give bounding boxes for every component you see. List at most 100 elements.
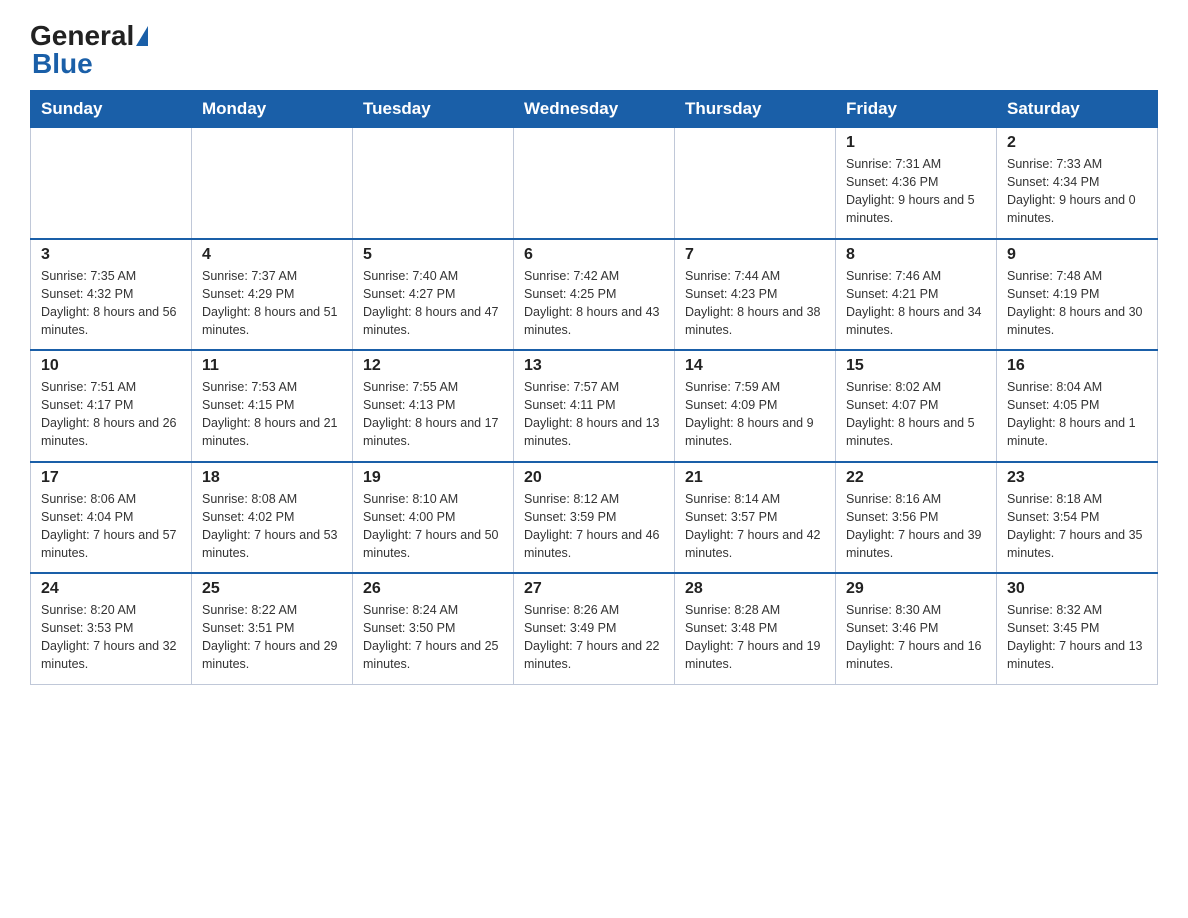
day-number: 24	[41, 580, 181, 598]
calendar-cell	[31, 128, 192, 239]
calendar-cell: 6Sunrise: 7:42 AMSunset: 4:25 PMDaylight…	[514, 239, 675, 351]
calendar-cell: 24Sunrise: 8:20 AMSunset: 3:53 PMDayligh…	[31, 573, 192, 684]
day-number: 23	[1007, 469, 1147, 487]
calendar-week-row: 10 Sunrise: 7:51 AMSunset: 4:17 PMDayligh…	[31, 350, 1158, 462]
calendar-cell	[514, 128, 675, 239]
day-info: Sunrise: 7:44 AMSunset: 4:23 PMDaylight:…	[685, 267, 825, 340]
day-info: Sunrise: 7:35 AMSunset: 4:32 PMDaylight:…	[41, 267, 181, 340]
day-info: Sunrise: 8:10 AMSunset: 4:00 PMDaylight:…	[363, 490, 503, 563]
page-header: General Blue	[30, 20, 1158, 80]
weekday-header-sunday: Sunday	[31, 91, 192, 128]
calendar-cell: 8 Sunrise: 7:46 AMSunset: 4:21 PMDaylight…	[836, 239, 997, 351]
calendar-week-row: 17 Sunrise: 8:06 AMSunset: 4:04 PMDayligh…	[31, 462, 1158, 574]
calendar-cell: 4 Sunrise: 7:37 AMSunset: 4:29 PMDaylight…	[192, 239, 353, 351]
day-number: 1	[846, 134, 986, 152]
calendar-cell: 13 Sunrise: 7:57 AMSunset: 4:11 PMDayligh…	[514, 350, 675, 462]
calendar-cell: 2 Sunrise: 7:33 AMSunset: 4:34 PMDaylight…	[997, 128, 1158, 239]
calendar-cell: 14 Sunrise: 7:59 AMSunset: 4:09 PMDayligh…	[675, 350, 836, 462]
calendar-cell: 22 Sunrise: 8:16 AMSunset: 3:56 PMDayligh…	[836, 462, 997, 574]
day-number: 28	[685, 580, 825, 598]
calendar-cell: 23 Sunrise: 8:18 AMSunset: 3:54 PMDayligh…	[997, 462, 1158, 574]
day-info: Sunrise: 8:02 AMSunset: 4:07 PMDaylight:…	[846, 378, 986, 451]
calendar-cell: 26 Sunrise: 8:24 AMSunset: 3:50 PMDayligh…	[353, 573, 514, 684]
day-number: 4	[202, 246, 342, 264]
calendar-cell: 11 Sunrise: 7:53 AMSunset: 4:15 PMDayligh…	[192, 350, 353, 462]
calendar-cell: 25 Sunrise: 8:22 AMSunset: 3:51 PMDayligh…	[192, 573, 353, 684]
day-info: Sunrise: 8:22 AMSunset: 3:51 PMDaylight:…	[202, 601, 342, 674]
weekday-header-saturday: Saturday	[997, 91, 1158, 128]
day-info: Sunrise: 7:53 AMSunset: 4:15 PMDaylight:…	[202, 378, 342, 451]
day-number: 15	[846, 357, 986, 375]
day-number: 11	[202, 357, 342, 375]
day-info: Sunrise: 8:32 AMSunset: 3:45 PMDaylight:…	[1007, 601, 1147, 674]
calendar-cell: 15 Sunrise: 8:02 AMSunset: 4:07 PMDayligh…	[836, 350, 997, 462]
day-number: 30	[1007, 580, 1147, 598]
day-info: Sunrise: 7:40 AMSunset: 4:27 PMDaylight:…	[363, 267, 503, 340]
day-number: 8	[846, 246, 986, 264]
day-number: 22	[846, 469, 986, 487]
day-info: Sunrise: 8:16 AMSunset: 3:56 PMDaylight:…	[846, 490, 986, 563]
day-info: Sunrise: 7:46 AMSunset: 4:21 PMDaylight:…	[846, 267, 986, 340]
weekday-header-friday: Friday	[836, 91, 997, 128]
day-number: 16	[1007, 357, 1147, 375]
day-number: 2	[1007, 134, 1147, 152]
logo-blue-text: Blue	[32, 48, 93, 79]
calendar-cell: 19Sunrise: 8:10 AMSunset: 4:00 PMDayligh…	[353, 462, 514, 574]
calendar-cell: 18Sunrise: 8:08 AMSunset: 4:02 PMDayligh…	[192, 462, 353, 574]
day-info: Sunrise: 8:24 AMSunset: 3:50 PMDaylight:…	[363, 601, 503, 674]
day-number: 6	[524, 246, 664, 264]
calendar-week-row: 3 Sunrise: 7:35 AMSunset: 4:32 PMDaylight…	[31, 239, 1158, 351]
day-number: 10	[41, 357, 181, 375]
day-info: Sunrise: 7:37 AMSunset: 4:29 PMDaylight:…	[202, 267, 342, 340]
day-number: 29	[846, 580, 986, 598]
calendar-cell: 3 Sunrise: 7:35 AMSunset: 4:32 PMDaylight…	[31, 239, 192, 351]
logo-triangle-icon	[136, 26, 148, 46]
day-info: Sunrise: 8:18 AMSunset: 3:54 PMDaylight:…	[1007, 490, 1147, 563]
day-number: 25	[202, 580, 342, 598]
calendar-cell: 27 Sunrise: 8:26 AMSunset: 3:49 PMDayligh…	[514, 573, 675, 684]
day-number: 9	[1007, 246, 1147, 264]
day-info: Sunrise: 8:26 AMSunset: 3:49 PMDaylight:…	[524, 601, 664, 674]
day-number: 7	[685, 246, 825, 264]
day-number: 26	[363, 580, 503, 598]
calendar-cell	[353, 128, 514, 239]
day-info: Sunrise: 8:06 AMSunset: 4:04 PMDaylight:…	[41, 490, 181, 563]
day-info: Sunrise: 7:48 AMSunset: 4:19 PMDaylight:…	[1007, 267, 1147, 340]
day-info: Sunrise: 8:30 AMSunset: 3:46 PMDaylight:…	[846, 601, 986, 674]
calendar-table: SundayMondayTuesdayWednesdayThursdayFrid…	[30, 90, 1158, 685]
calendar-cell: 16Sunrise: 8:04 AMSunset: 4:05 PMDayligh…	[997, 350, 1158, 462]
day-number: 27	[524, 580, 664, 598]
day-info: Sunrise: 7:51 AMSunset: 4:17 PMDaylight:…	[41, 378, 181, 451]
calendar-cell: 20Sunrise: 8:12 AMSunset: 3:59 PMDayligh…	[514, 462, 675, 574]
calendar-cell: 1 Sunrise: 7:31 AMSunset: 4:36 PMDaylight…	[836, 128, 997, 239]
day-info: Sunrise: 7:33 AMSunset: 4:34 PMDaylight:…	[1007, 155, 1147, 228]
day-number: 3	[41, 246, 181, 264]
calendar-cell	[192, 128, 353, 239]
calendar-cell: 10 Sunrise: 7:51 AMSunset: 4:17 PMDayligh…	[31, 350, 192, 462]
day-info: Sunrise: 8:08 AMSunset: 4:02 PMDaylight:…	[202, 490, 342, 563]
calendar-cell: 5 Sunrise: 7:40 AMSunset: 4:27 PMDaylight…	[353, 239, 514, 351]
day-number: 17	[41, 469, 181, 487]
calendar-week-row: 1 Sunrise: 7:31 AMSunset: 4:36 PMDaylight…	[31, 128, 1158, 239]
day-info: Sunrise: 8:14 AMSunset: 3:57 PMDaylight:…	[685, 490, 825, 563]
weekday-header-wednesday: Wednesday	[514, 91, 675, 128]
calendar-cell: 28 Sunrise: 8:28 AMSunset: 3:48 PMDayligh…	[675, 573, 836, 684]
day-number: 5	[363, 246, 503, 264]
day-info: Sunrise: 7:59 AMSunset: 4:09 PMDaylight:…	[685, 378, 825, 451]
day-info: Sunrise: 7:57 AMSunset: 4:11 PMDaylight:…	[524, 378, 664, 451]
day-number: 14	[685, 357, 825, 375]
calendar-cell: 12 Sunrise: 7:55 AMSunset: 4:13 PMDayligh…	[353, 350, 514, 462]
calendar-cell: 21Sunrise: 8:14 AMSunset: 3:57 PMDayligh…	[675, 462, 836, 574]
calendar-cell: 30 Sunrise: 8:32 AMSunset: 3:45 PMDayligh…	[997, 573, 1158, 684]
calendar-cell: 9 Sunrise: 7:48 AMSunset: 4:19 PMDaylight…	[997, 239, 1158, 351]
weekday-header-tuesday: Tuesday	[353, 91, 514, 128]
day-info: Sunrise: 8:28 AMSunset: 3:48 PMDaylight:…	[685, 601, 825, 674]
day-info: Sunrise: 7:31 AMSunset: 4:36 PMDaylight:…	[846, 155, 986, 228]
calendar-week-row: 24Sunrise: 8:20 AMSunset: 3:53 PMDayligh…	[31, 573, 1158, 684]
calendar-header-row: SundayMondayTuesdayWednesdayThursdayFrid…	[31, 91, 1158, 128]
day-number: 12	[363, 357, 503, 375]
day-number: 13	[524, 357, 664, 375]
logo: General Blue	[30, 20, 150, 80]
calendar-cell	[675, 128, 836, 239]
day-info: Sunrise: 7:55 AMSunset: 4:13 PMDaylight:…	[363, 378, 503, 451]
